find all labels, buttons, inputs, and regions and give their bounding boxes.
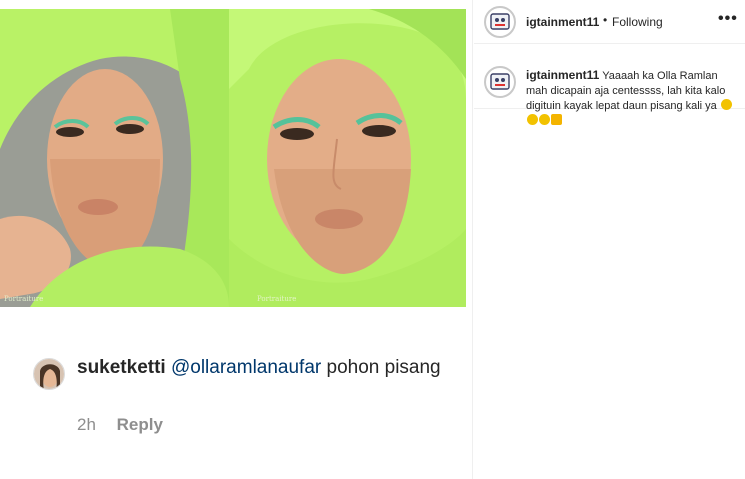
watermark-text: Portraiture <box>4 295 44 303</box>
post-caption: igtainment11 Yaaaah ka Olla Ramlan mah d… <box>474 54 745 125</box>
caption-text: igtainment11 Yaaaah ka Olla Ramlan mah d… <box>526 68 736 129</box>
header-separator: • <box>603 13 608 27</box>
crying-face-emoji-icon <box>720 99 732 110</box>
commenter-username[interactable]: suketketti <box>77 357 166 378</box>
comment-text: suketketti @ollaramlanaufar pohon pisang <box>77 355 447 380</box>
caption-username[interactable]: igtainment11 <box>526 68 599 82</box>
instagram-post-view: Portraiture Portraiture suketketti @olla… <box>0 0 745 479</box>
comment-meta: 2h Reply <box>77 415 163 435</box>
comment-timestamp[interactable]: 2h <box>77 415 96 434</box>
portrait-illustration-right <box>229 9 466 307</box>
ok-hand-emoji-icon <box>551 114 562 125</box>
post-side-panel: igtainment11 • Following ••• igtainment1… <box>474 0 745 479</box>
account-avatar[interactable] <box>484 6 516 38</box>
post-header: igtainment11 • Following ••• <box>474 0 745 44</box>
crying-face-emoji-icon <box>539 114 550 125</box>
header-username[interactable]: igtainment11 <box>526 15 599 29</box>
account-logo-icon <box>490 13 510 30</box>
following-button[interactable]: Following <box>612 15 663 29</box>
post-photo-left: Portraiture <box>0 9 229 307</box>
portrait-illustration-left <box>0 9 229 307</box>
caption-avatar[interactable] <box>484 66 516 98</box>
reply-button[interactable]: Reply <box>117 415 163 434</box>
crying-face-emoji-icon <box>527 114 538 125</box>
post-photo-right: Portraiture <box>229 9 466 307</box>
post-media[interactable]: Portraiture Portraiture suketketti @olla… <box>0 0 473 479</box>
commenter-avatar[interactable] <box>33 358 65 390</box>
watermark-text: Portraiture <box>257 295 297 303</box>
account-logo-icon <box>490 73 510 90</box>
avatar-image <box>34 359 64 389</box>
comment-body: pohon pisang <box>321 357 441 378</box>
more-options-icon[interactable]: ••• <box>718 10 738 28</box>
comment-mention-link[interactable]: @ollaramlanaufar <box>171 357 321 378</box>
